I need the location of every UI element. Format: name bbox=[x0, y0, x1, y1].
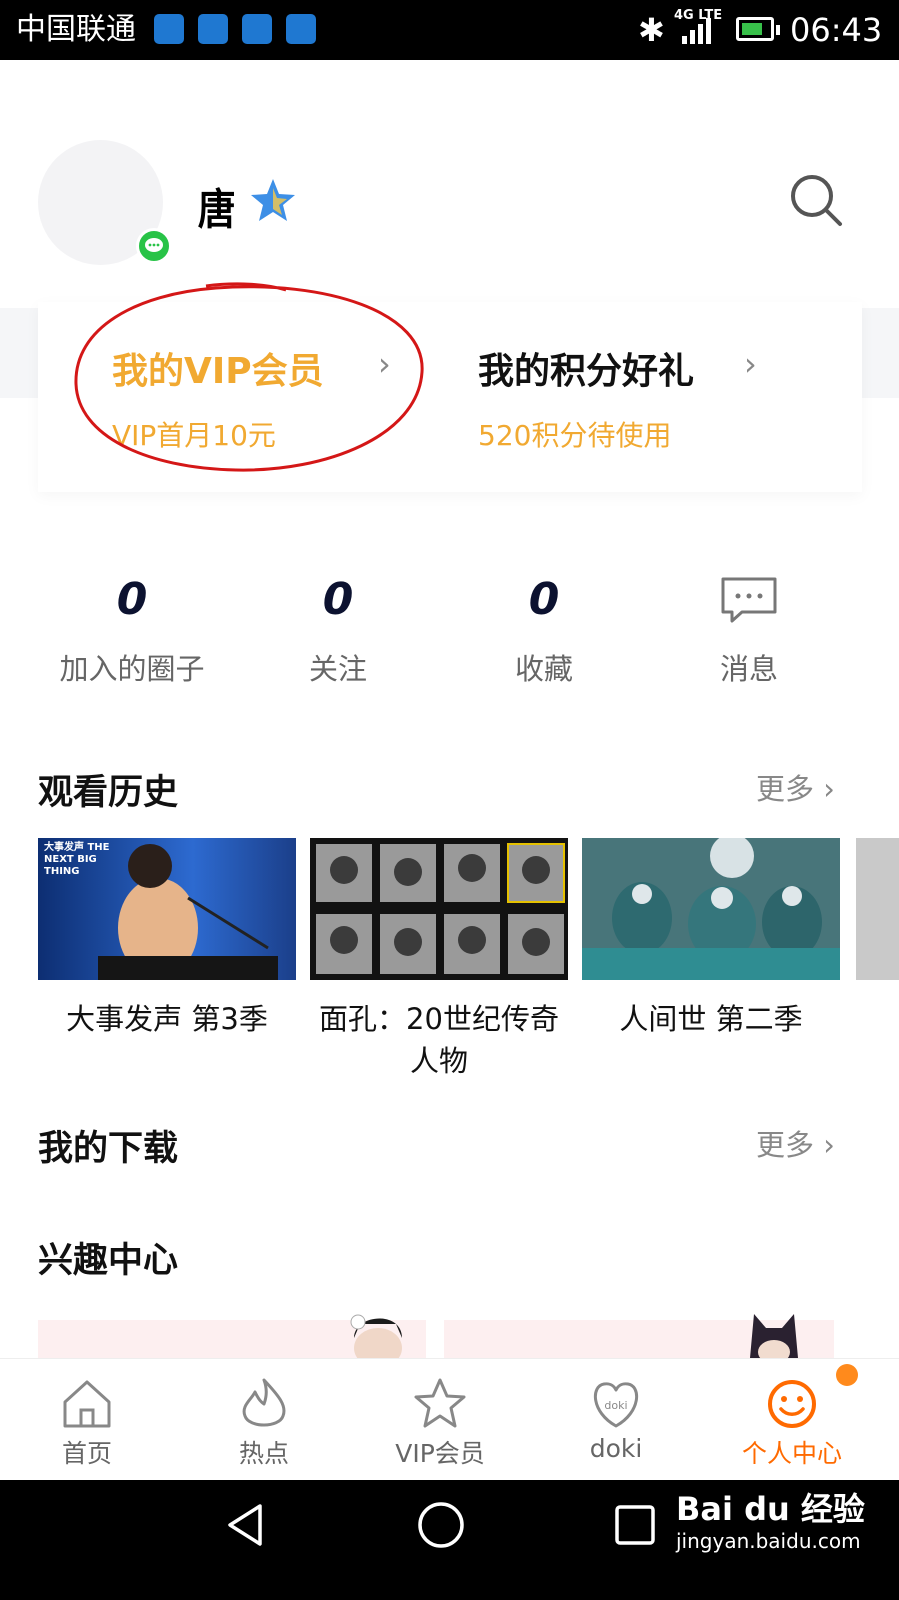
history-thumb-4-partial[interactable] bbox=[856, 838, 899, 980]
nav-doki-label[interactable]: doki bbox=[541, 1434, 691, 1463]
status-bar: 中国联通 ✱ 4G LTE 06:43 bbox=[0, 0, 899, 60]
history-thumb-3[interactable] bbox=[582, 838, 840, 980]
downloads-more-link[interactable]: 更多 › bbox=[756, 1122, 835, 1164]
messages-label[interactable]: 消息 bbox=[649, 646, 849, 688]
following-label[interactable]: 关注 bbox=[238, 646, 438, 688]
clock: 06:43 bbox=[790, 11, 883, 49]
nav-profile-label[interactable]: 个人中心 bbox=[717, 1434, 867, 1470]
watermark-brand: Bai du 经验 bbox=[676, 1490, 865, 1528]
points-balance-text: 520积分待使用 bbox=[478, 419, 672, 452]
battery-icon bbox=[736, 17, 774, 41]
favorites-label[interactable]: 收藏 bbox=[444, 646, 644, 688]
nav-vip-label[interactable]: VIP会员 bbox=[365, 1434, 515, 1470]
downloads-title: 我的下载 bbox=[38, 1129, 179, 1169]
doki-heart-icon[interactable]: doki bbox=[541, 1376, 691, 1432]
history-thumb-2[interactable] bbox=[310, 838, 568, 980]
notification-dot bbox=[836, 1364, 858, 1386]
baidu-watermark: Bai du 经验 jingyan.baidu.com bbox=[676, 1490, 865, 1554]
interest-title: 兴趣中心 bbox=[38, 1241, 179, 1281]
nav-hot-label[interactable]: 热点 bbox=[189, 1434, 339, 1470]
flame-icon[interactable] bbox=[189, 1376, 339, 1432]
watermark-url: jingyan.baidu.com bbox=[676, 1529, 861, 1553]
history-item-2-title[interactable]: 面孔：20世纪传奇人物 bbox=[310, 998, 568, 1082]
points-chevron-right-icon[interactable]: › bbox=[744, 344, 757, 384]
nav-home-label[interactable]: 首页 bbox=[12, 1434, 162, 1470]
battery-tip bbox=[776, 25, 780, 35]
history-item-1-title[interactable]: 大事发声 第3季 bbox=[38, 998, 296, 1040]
wechat-badge-icon bbox=[136, 228, 172, 264]
history-more-link[interactable]: 更多 › bbox=[756, 766, 835, 808]
username[interactable]: 唐 bbox=[198, 176, 236, 237]
following-count[interactable]: 0 bbox=[248, 574, 428, 625]
level-star-icon[interactable] bbox=[248, 176, 298, 226]
back-icon[interactable] bbox=[222, 1500, 272, 1550]
history-title: 观看历史 bbox=[38, 773, 179, 813]
interest-character-1 bbox=[350, 1314, 402, 1360]
search-icon[interactable] bbox=[788, 172, 844, 228]
history-item-3-title[interactable]: 人间世 第二季 bbox=[582, 998, 840, 1040]
favorites-count[interactable]: 0 bbox=[454, 574, 634, 625]
svg-text:doki: doki bbox=[604, 1399, 627, 1412]
message-icon[interactable] bbox=[720, 576, 778, 624]
home-button-icon[interactable] bbox=[414, 1498, 468, 1552]
red-annotation-circle bbox=[74, 282, 424, 472]
vip-star-icon[interactable] bbox=[365, 1376, 515, 1432]
home-icon[interactable] bbox=[12, 1376, 162, 1432]
history-thumb-1-caption: 大事发声 THE NEXT BIG THING bbox=[44, 842, 110, 877]
circles-count[interactable]: 0 bbox=[42, 574, 222, 625]
points-link[interactable]: 我的积分好礼 bbox=[478, 342, 694, 394]
history-thumb-1[interactable]: 大事发声 THE NEXT BIG THING bbox=[38, 838, 296, 980]
circles-label[interactable]: 加入的圈子 bbox=[32, 646, 232, 688]
recent-apps-icon[interactable] bbox=[612, 1502, 658, 1548]
